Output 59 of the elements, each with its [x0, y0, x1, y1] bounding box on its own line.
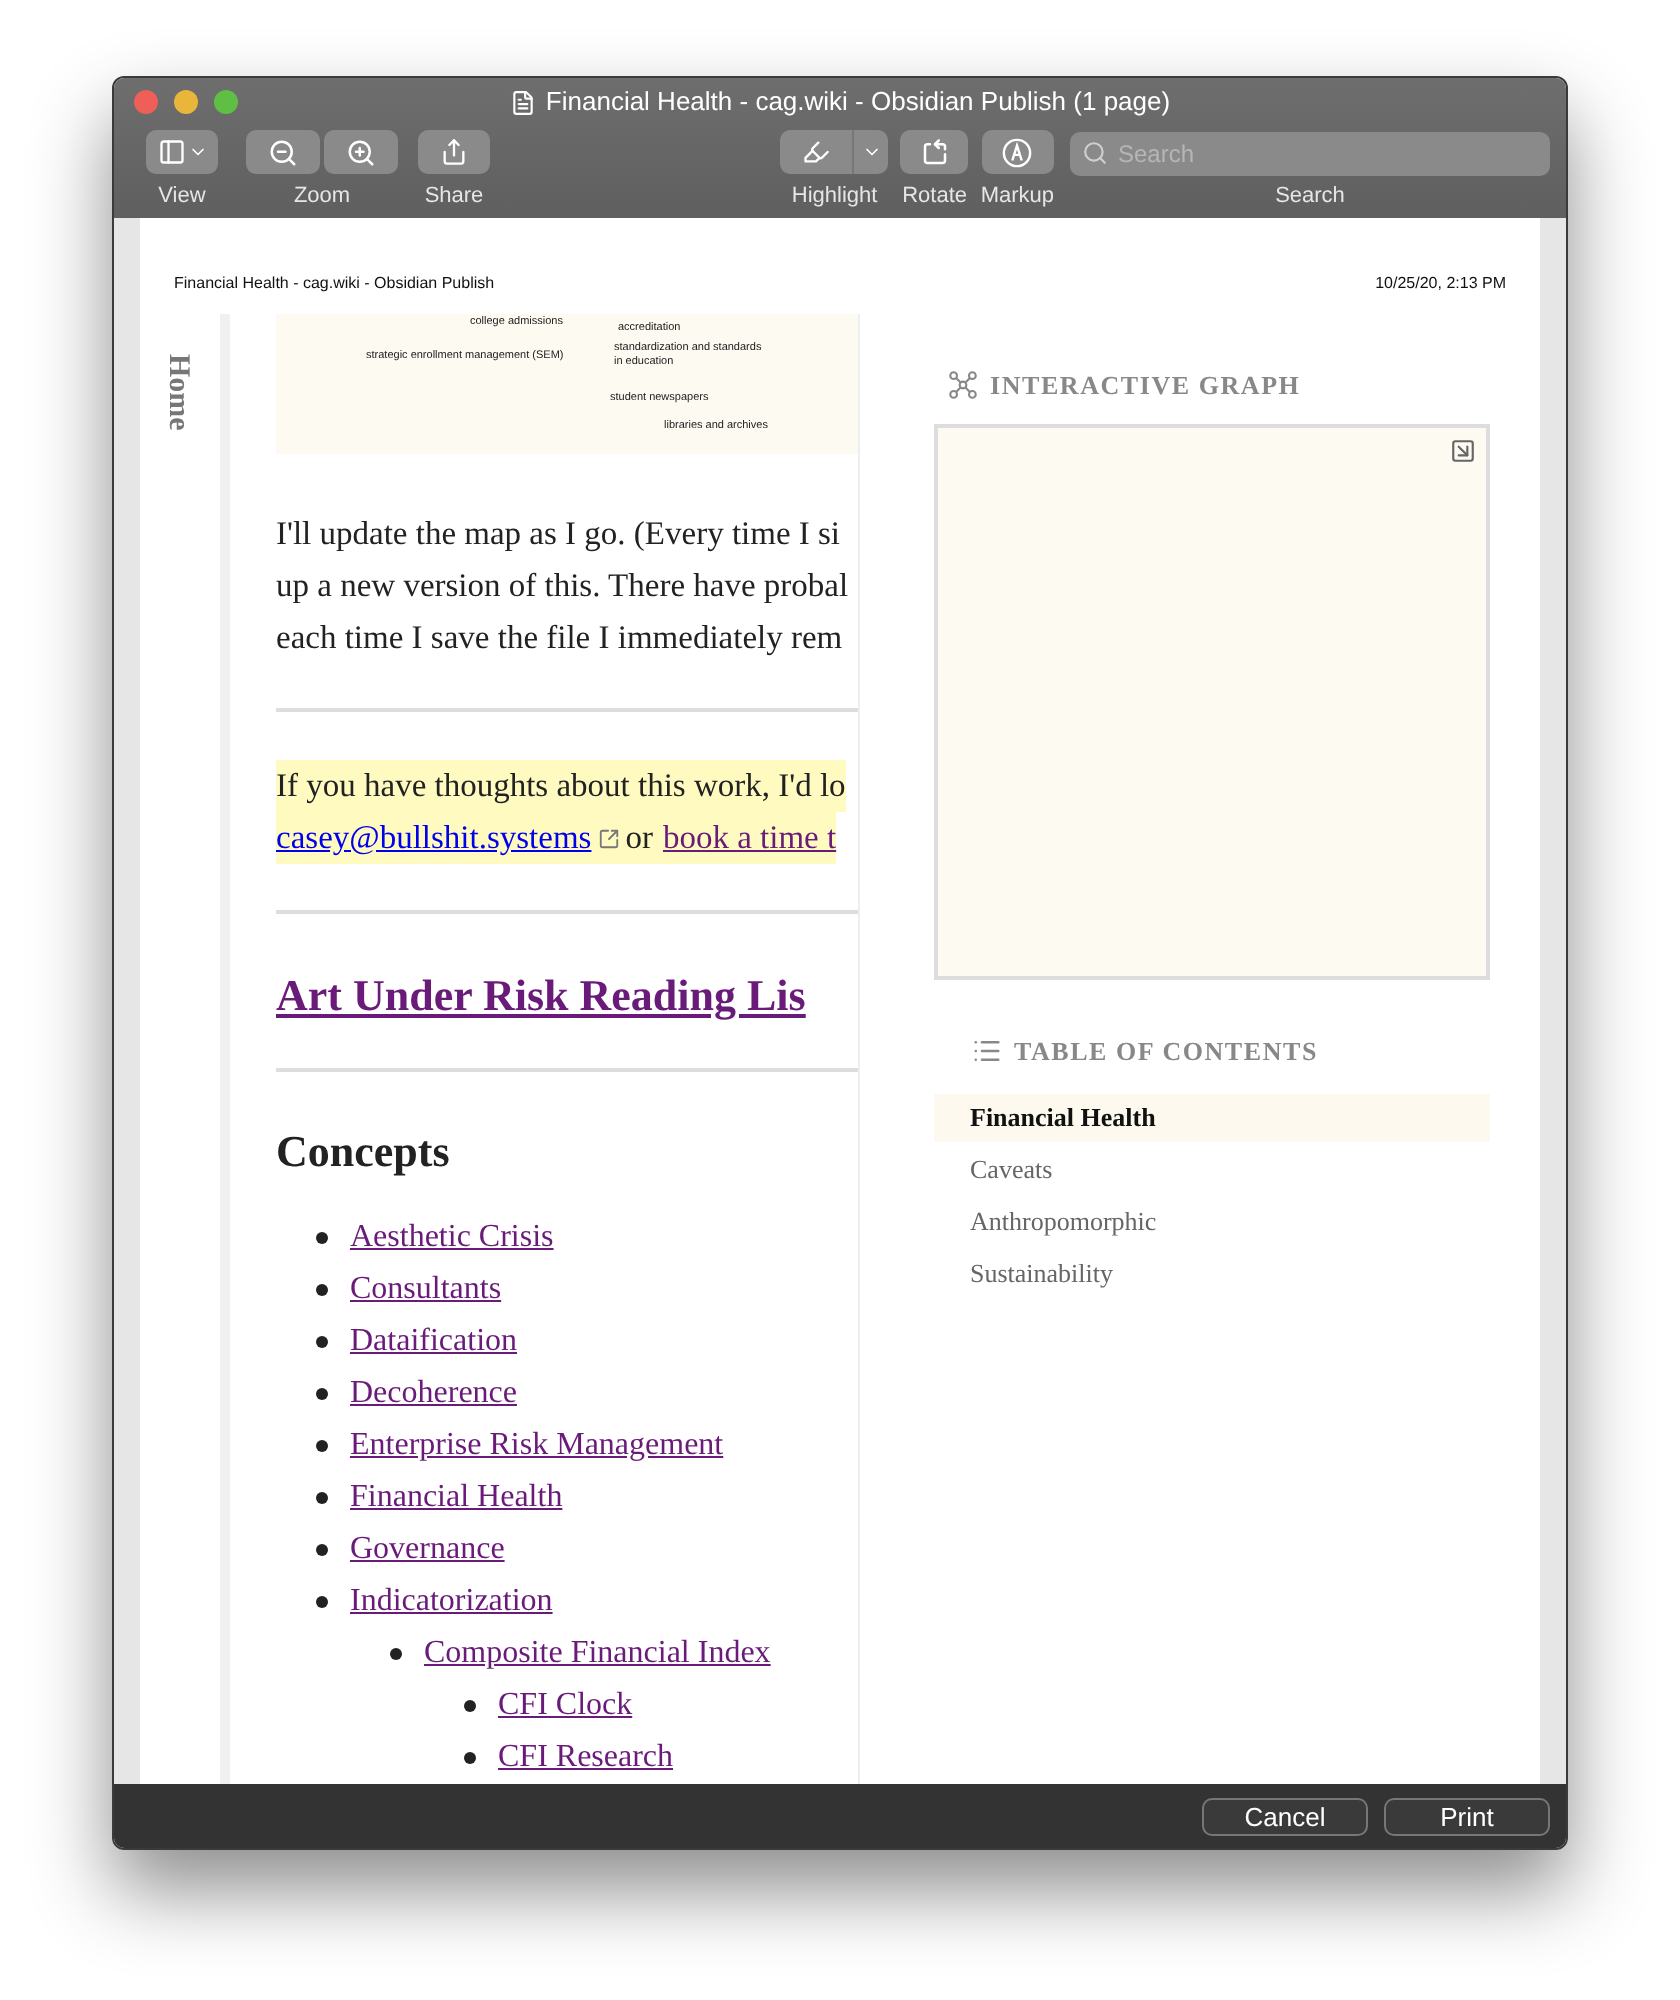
home-tab[interactable]: Home	[155, 354, 200, 431]
expand-icon[interactable]	[1450, 437, 1476, 463]
concept-link[interactable]: Aesthetic Crisis	[350, 1214, 554, 1262]
concept-link[interactable]: CFI Clock	[498, 1682, 633, 1730]
list-icon	[972, 1035, 1002, 1066]
concept-link[interactable]: Financial Health	[350, 1474, 563, 1522]
document-icon	[509, 89, 536, 115]
graph-icon	[948, 370, 978, 401]
booking-link[interactable]: book a time t	[662, 812, 837, 864]
print-header-date: 10/25/20, 2:13 PM	[1375, 272, 1506, 296]
concept-link[interactable]: Governance	[350, 1526, 505, 1574]
share-button[interactable]	[418, 130, 490, 174]
toolbar-label: View	[158, 186, 206, 208]
concept-link[interactable]: Indicatorization	[350, 1578, 553, 1626]
rotate-icon	[919, 137, 950, 167]
toc-item[interactable]: Anthropomorphic	[934, 1198, 1490, 1246]
toc-item[interactable]: Caveats	[934, 1146, 1490, 1194]
section-title: TABLE OF CONTENTS	[1014, 1033, 1318, 1069]
body-text: I'll update the map as I go. (Every time I si	[276, 512, 841, 556]
toc-item[interactable]: Sustainability	[934, 1250, 1490, 1298]
highlighted-text: or	[625, 816, 653, 860]
highlighted-text: If you have thoughts about this work, I'd lo	[276, 760, 846, 812]
zoom-in-button[interactable]	[324, 130, 398, 174]
concept-link[interactable]: CFI Research	[498, 1734, 674, 1782]
print-header-title: Financial Health - cag.wiki - Obsidian Publish	[174, 272, 495, 296]
concept-link[interactable]: Consultants	[350, 1266, 502, 1314]
concept-link[interactable]: Decoherence	[350, 1370, 517, 1418]
view-menu-button[interactable]	[146, 130, 218, 174]
window-title: Financial Health - cag.wiki - Obsidian Publish (1 page)	[545, 84, 1171, 121]
concept-link[interactable]: Enterprise Risk Management	[350, 1422, 724, 1470]
body-text: up a new version of this. There have probal	[276, 564, 849, 608]
section-heading: Concepts	[276, 1124, 450, 1180]
external-link-icon	[597, 827, 620, 849]
pen-tip-icon	[1002, 137, 1033, 167]
toolbar-label: Zoom	[293, 186, 351, 208]
reading-list-link[interactable]: Art Under Risk Reading Lis	[276, 970, 806, 1020]
share-icon	[440, 138, 468, 166]
highlighter-icon	[802, 138, 831, 166]
search-icon	[1082, 139, 1108, 165]
toolbar-label: Highlight	[791, 186, 878, 208]
toolbar-label: Search	[1275, 186, 1345, 208]
rotate-button[interactable]	[900, 130, 969, 174]
zoom-out-icon	[268, 137, 298, 167]
concept-link[interactable]: Composite Financial Index	[424, 1630, 771, 1678]
dialog-button[interactable]: Cancel	[1202, 1797, 1368, 1835]
body-text: each time I save the file I immediately rem	[276, 616, 843, 660]
minimize-window-button[interactable]	[174, 90, 198, 114]
dialog-button[interactable]: Print	[1384, 1797, 1550, 1835]
zoom-in-icon	[346, 137, 376, 167]
toc-item[interactable]: Financial Health	[934, 1094, 1490, 1142]
section-title: INTERACTIVE GRAPH	[990, 368, 1301, 404]
zoom-out-button[interactable]	[246, 130, 320, 174]
toolbar-label: Markup	[980, 186, 1054, 208]
concept-link[interactable]: Dataification	[350, 1318, 518, 1366]
email-link[interactable]: casey@bullshit.systems	[276, 812, 592, 864]
toolbar-label: Share	[424, 186, 484, 208]
toolbar-label: Rotate	[902, 186, 968, 208]
sidebar-icon	[157, 138, 185, 166]
markup-button[interactable]	[981, 130, 1054, 174]
